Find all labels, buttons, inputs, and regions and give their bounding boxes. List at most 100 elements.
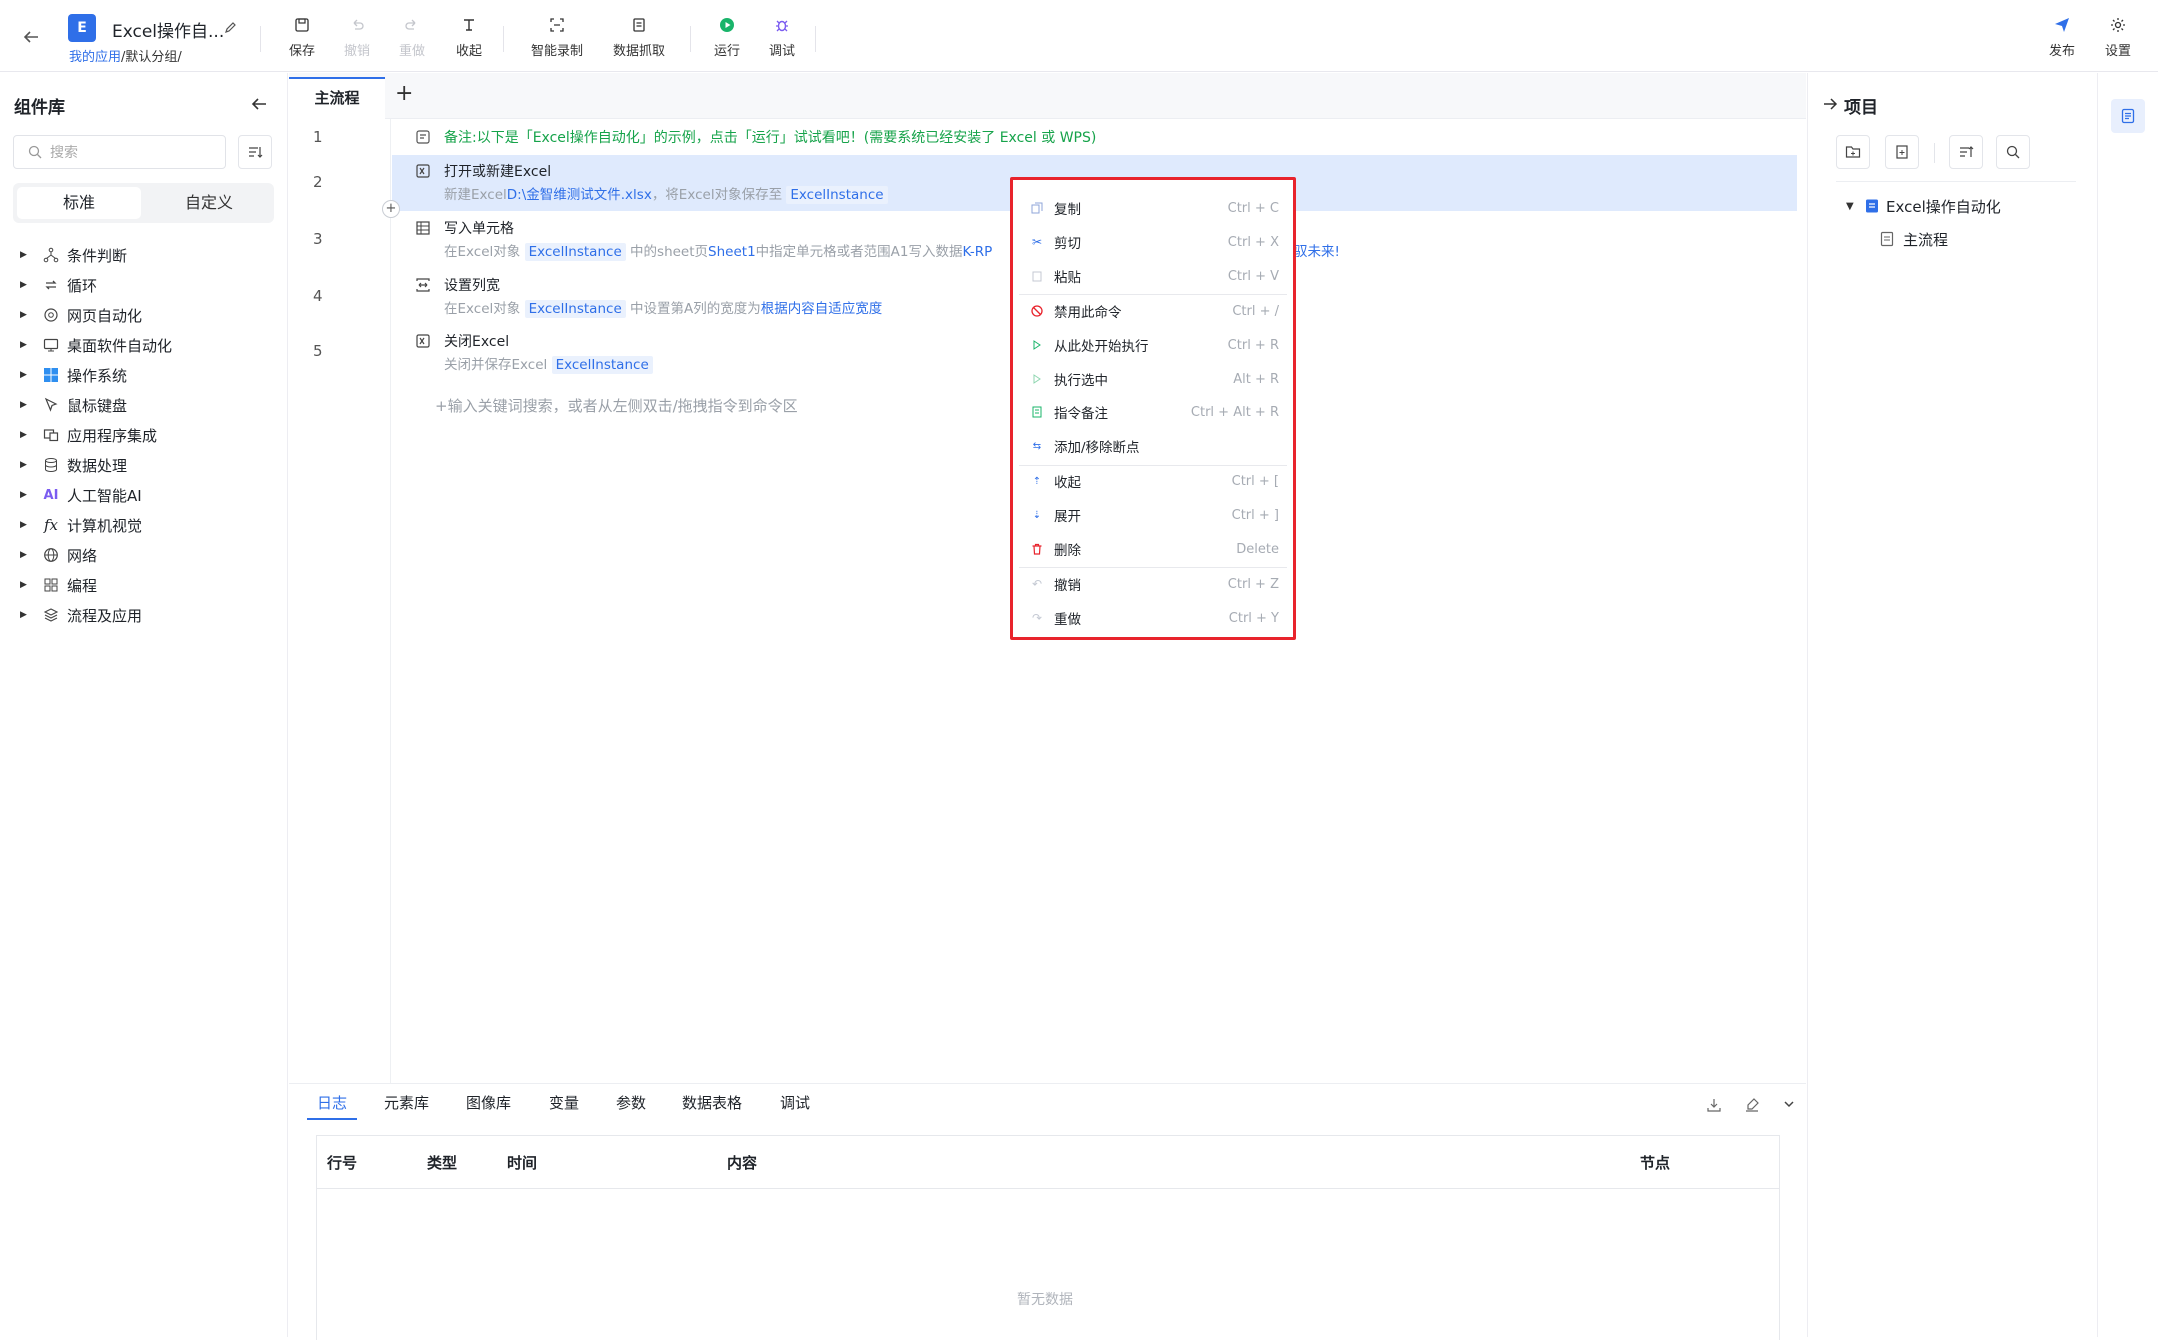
debug-button[interactable]: 调试 <box>747 14 817 62</box>
new-flow-button[interactable] <box>1885 135 1919 169</box>
category-desktop-automation[interactable]: ▶ 桌面软件自动化 <box>20 330 172 360</box>
breadcrumb: 我的应用/默认分组/ <box>69 46 182 65</box>
category-flow-apps[interactable]: ▶ 流程及应用 <box>20 600 142 630</box>
sort-project-button[interactable] <box>1949 135 1983 169</box>
outline-button[interactable] <box>2111 99 2145 133</box>
note-text[interactable]: 备注:以下是「Excel操作自动化」的示例，点击「运行」试试看吧！(需要系统已经… <box>444 127 1096 147</box>
category-data-processing[interactable]: ▶ 数据处理 <box>20 450 127 480</box>
collapse-button[interactable]: 收起 <box>434 14 504 62</box>
line-number: 1 <box>313 128 323 146</box>
category-mouse-keyboard[interactable]: ▶ 鼠标键盘 <box>20 390 127 420</box>
collapse-icon: ⇡ <box>1032 475 1042 487</box>
menu-item-paste[interactable]: 粘贴 Ctrl + V <box>1019 260 1287 292</box>
grid-icon <box>42 577 60 593</box>
sort-icon <box>249 147 263 158</box>
line-number: 3 <box>313 230 323 248</box>
sort-button[interactable] <box>238 135 272 169</box>
edit-title-icon[interactable] <box>224 20 238 38</box>
tab-standard[interactable]: 标准 <box>17 187 141 219</box>
search-project-button[interactable] <box>1996 135 2030 169</box>
download-icon[interactable] <box>1706 1097 1722 1117</box>
tab-log[interactable]: 日志 <box>317 1092 347 1113</box>
category-ai[interactable]: ▶ AI 人工智能AI <box>20 480 142 510</box>
col-type: 类型 <box>427 1154 458 1172</box>
bug-icon <box>774 14 790 36</box>
cursor-icon <box>42 397 60 413</box>
log-table: 行号 类型 时间 内容 节点 暂无数据 <box>316 1135 1780 1340</box>
clear-log-icon[interactable] <box>1744 1097 1760 1117</box>
menu-item-delete[interactable]: 删除 Delete <box>1019 533 1287 565</box>
tab-custom[interactable]: 自定义 <box>147 187 271 219</box>
context-menu: 复制 Ctrl + C ✂ 剪切 Ctrl + X 粘贴 Ctrl + V 禁用此命令 C… <box>1010 177 1296 640</box>
command-desc-tail: 驭未来! <box>1294 244 1340 260</box>
play-circle-icon <box>719 14 735 36</box>
collapse-panel-icon[interactable] <box>250 95 268 117</box>
category-network[interactable]: ▶ 网络 <box>20 540 97 570</box>
command-title[interactable]: 写入单元格 <box>444 218 514 238</box>
insert-row-icon[interactable]: + <box>382 200 400 218</box>
smart-record-button[interactable]: 智能录制 <box>522 14 592 62</box>
ai-icon: AI <box>43 487 59 503</box>
app-badge: E <box>68 14 96 42</box>
menu-item-run-selected[interactable]: 执行选中 Alt + R <box>1019 363 1287 395</box>
menu-item-breakpoint[interactable]: ⇆ 添加/移除断点 <box>1019 430 1287 462</box>
menu-item-redo[interactable]: ↷ 重做 Ctrl + Y <box>1019 602 1287 634</box>
scissors-icon: ✂ <box>1031 235 1043 249</box>
menu-item-cut[interactable]: ✂ 剪切 Ctrl + X <box>1019 226 1287 258</box>
command-desc: 在Excel对象 ExcelInstance 中的sheet页Sheet1中指定… <box>444 243 993 261</box>
tab-params[interactable]: 参数 <box>616 1092 646 1113</box>
category-programming[interactable]: ▶ 编程 <box>20 570 97 600</box>
project-node[interactable]: Excel操作自动化 <box>1886 196 2001 217</box>
category-loop[interactable]: ▶ 循环 <box>20 270 97 300</box>
tab-elements[interactable]: 元素库 <box>384 1092 429 1113</box>
folder-add-icon <box>1845 146 1861 158</box>
tab-variables[interactable]: 变量 <box>549 1092 579 1113</box>
category-web-automation[interactable]: ▶ 网页自动化 <box>20 300 142 330</box>
add-tab-button[interactable]: + <box>395 81 413 106</box>
tab-images[interactable]: 图像库 <box>466 1092 511 1113</box>
record-frame-icon <box>549 14 565 36</box>
tree-expand-icon[interactable]: ▼ <box>1846 201 1854 212</box>
settings-button[interactable]: 设置 <box>2083 14 2153 62</box>
menu-item-undo[interactable]: ↶ 撤销 Ctrl + Z <box>1019 568 1287 600</box>
tab-main-flow[interactable]: 主流程 <box>289 77 385 119</box>
send-icon <box>2054 14 2070 36</box>
tab-data-tables[interactable]: 数据表格 <box>682 1092 742 1113</box>
note-icon <box>415 129 431 149</box>
category-os[interactable]: ▶ 操作系统 <box>20 360 127 390</box>
project-arrow-icon[interactable] <box>1822 96 1838 116</box>
menu-item-disable[interactable]: 禁用此命令 Ctrl + / <box>1019 295 1287 327</box>
data-capture-button[interactable]: 数据抓取 <box>604 14 674 62</box>
menu-item-expand[interactable]: ⇣ 展开 Ctrl + ] <box>1019 499 1287 531</box>
category-condition[interactable]: ▶ 条件判断 <box>20 240 127 270</box>
search-box[interactable]: 搜索 <box>13 135 226 169</box>
flow-node-main[interactable]: 主流程 <box>1903 229 1948 250</box>
copy-icon <box>1030 201 1044 215</box>
redo-icon: ↷ <box>1031 611 1043 625</box>
monitor-icon <box>42 337 60 353</box>
menu-item-collapse[interactable]: ⇡ 收起 Ctrl + [ <box>1019 465 1287 497</box>
menu-item-copy[interactable]: 复制 Ctrl + C <box>1019 192 1287 224</box>
command-title[interactable]: 关闭Excel <box>444 331 509 351</box>
col-content: 内容 <box>727 1154 758 1172</box>
expand-icon: ⇣ <box>1032 509 1042 521</box>
menu-item-note[interactable]: 指令备注 Ctrl + Alt + R <box>1019 396 1287 428</box>
command-search-hint[interactable]: +输入关键词搜索，或者从左侧双击/拖拽指令到命令区 <box>435 395 798 416</box>
line-number: 4 <box>313 287 323 305</box>
command-title[interactable]: 打开或新建Excel <box>444 161 551 181</box>
category-app-integration[interactable]: ▶ 应用程序集成 <box>20 420 157 450</box>
menu-item-run-from-here[interactable]: 从此处开始执行 Ctrl + R <box>1019 329 1287 361</box>
new-folder-button[interactable] <box>1836 135 1870 169</box>
back-arrow-icon[interactable] <box>22 28 42 48</box>
breadcrumb-my-apps[interactable]: 我的应用 <box>69 50 121 65</box>
tab-debug[interactable]: 调试 <box>780 1092 810 1113</box>
save-icon <box>294 14 310 36</box>
undo-icon: ↶ <box>1031 577 1043 591</box>
category-computer-vision[interactable]: ▶ fx 计算机视觉 <box>20 510 142 540</box>
collapse-panel-chevron-icon[interactable] <box>1782 1097 1796 1115</box>
redo-icon <box>404 14 420 36</box>
search-input[interactable]: 搜索 <box>50 142 78 162</box>
command-title[interactable]: 设置列宽 <box>444 275 500 295</box>
project-title: 项目 <box>1844 98 1878 118</box>
command-desc: 在Excel对象 ExcelInstance 中设置第A列的宽度为根据内容自适应… <box>444 300 883 318</box>
